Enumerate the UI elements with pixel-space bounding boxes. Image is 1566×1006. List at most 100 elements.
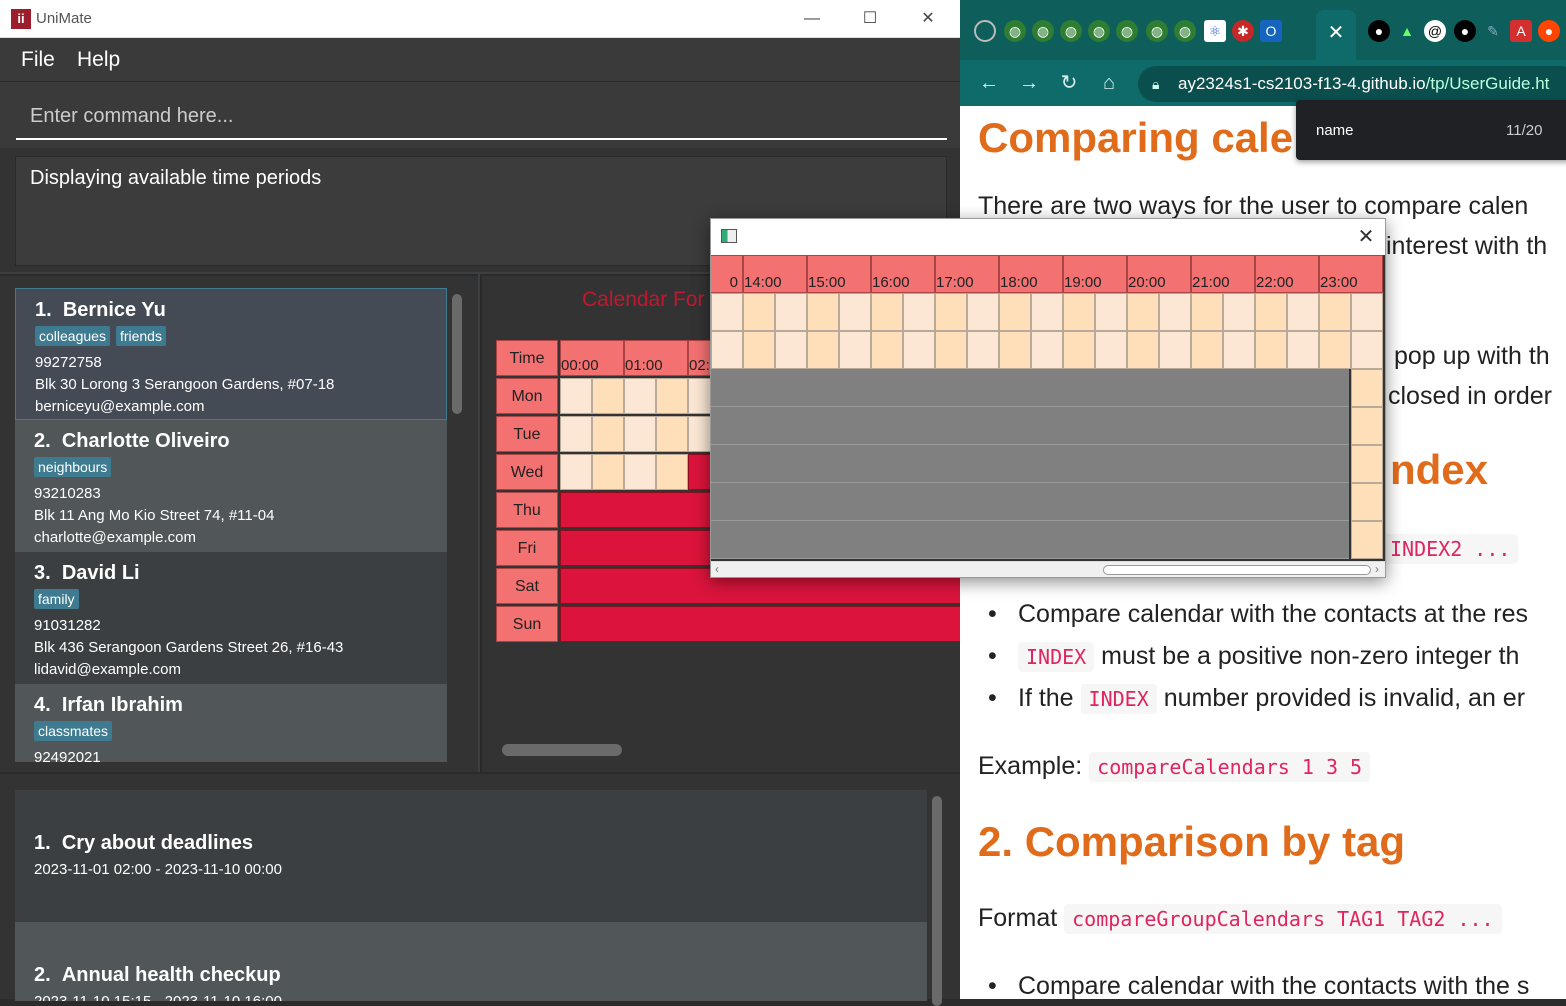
free-slot [871,331,903,369]
free-slot [1351,369,1383,407]
bullet-item: Compare calendar with the contacts at th… [988,600,1528,629]
time-column-header: 01:00 [624,340,688,376]
event-name: 1. Cry about deadlines [34,832,253,854]
person-card[interactable]: 2. Charlotte Oliveiro neighbours 9321028… [15,420,447,552]
command-input[interactable] [16,94,947,140]
edit-tab-icon[interactable]: ✎ [1482,20,1504,42]
bullet-item: INDEX must be a positive non-zero intege… [988,642,1519,672]
popup-scrollbar-track[interactable]: ‹ › [711,561,1385,577]
free-slot [1127,331,1159,369]
popup-close-button[interactable]: ✕ [1351,223,1381,251]
time-column-header: 23:00 [1319,255,1383,293]
bullet-item: If the INDEX number provided is invalid,… [988,684,1525,714]
time-column-header: 20:00 [1127,255,1191,293]
minimize-button[interactable]: — [794,6,830,32]
example-line: Example: compareCalendars 1 3 5 [978,752,1371,782]
back-icon[interactable]: ← [974,68,1004,98]
scroll-left-icon[interactable]: ‹ [715,562,719,576]
free-slot [1351,331,1383,369]
globe-tab-icon[interactable]: ◍ [1004,20,1026,42]
popup-scrollbar-thumb[interactable] [1103,565,1371,575]
heading-by-tag: 2. Comparison by tag [978,818,1406,865]
person-name: 4. Irfan Ibrahim [34,694,183,716]
close-button[interactable]: ✕ [910,6,946,32]
person-list-panel: 1. Bernice Yu colleagues friends 99272758… [0,274,478,772]
menu-bar: File Help [0,38,960,82]
person-list-scrollbar[interactable] [452,294,462,414]
person-card[interactable]: 3. David Li family 91031282 Blk 436 Sera… [15,552,447,684]
event-time: 2023-11-01 02:00 - 2023-11-10 00:00 [34,861,282,878]
globe-tab-icon[interactable]: ◍ [1032,20,1054,42]
globe-tab-icon[interactable]: ◍ [1174,20,1196,42]
time-column-header: 19:00 [1063,255,1127,293]
calendar-popup-window: ✕ 0 14:00 15:00 16:00 17:00 18:00 19:00 20:00 21… [710,218,1386,578]
free-slot [1287,331,1319,369]
title-bar: ii UniMate — ☐ ✕ [0,0,960,38]
free-slot [1031,331,1063,369]
tag-badge: colleagues [35,326,110,346]
free-slot [935,293,967,331]
heading-by-index: ndex [1390,446,1489,493]
free-slot [903,293,935,331]
settings-tab-icon[interactable]: ✱ [1232,20,1254,42]
reddit-tab-icon[interactable]: ● [1538,20,1560,42]
maximize-button[interactable]: ☐ [852,6,888,32]
event-card[interactable]: 1. Cry about deadlines 2023-11-01 02:00 … [15,790,927,922]
person-email: berniceyu@example.com [35,398,205,415]
event-card[interactable]: 2. Annual health checkup 2023-11-10 15:1… [15,922,927,1001]
scroll-right-icon[interactable]: › [1375,562,1379,576]
at-tab-icon[interactable]: @ [1424,20,1446,42]
find-bar[interactable]: name 11/20 [1296,100,1566,160]
free-slot [1063,331,1095,369]
menu-file[interactable]: File [21,48,55,72]
free-slot [656,454,688,490]
outlook-tab-icon[interactable]: O [1260,20,1282,42]
free-slot [999,293,1031,331]
person-email: lidavid@example.com [34,661,181,678]
free-slot [967,331,999,369]
person-card[interactable]: 4. Irfan Ibrahim classmates 92492021 [15,684,447,762]
free-slot [775,331,807,369]
unavailable-row [711,483,1349,521]
format-line: Format compareGroupCalendars TAG1 TAG2 .… [978,904,1502,934]
free-slot [935,331,967,369]
free-slot [1351,483,1383,521]
paragraph-intro: There are two ways for the user to compa… [978,192,1529,220]
forward-icon[interactable]: → [1014,68,1044,98]
event-time: 2023-11-10 15:15 - 2023-11-10 16:00 [34,993,927,1001]
time-column-header: 17:00 [935,255,999,293]
free-slot [743,293,775,331]
loading-tab-icon[interactable] [974,20,996,42]
active-tab-close-icon[interactable]: ✕ [1316,10,1356,60]
home-icon[interactable]: ⌂ [1094,68,1124,98]
pdf-tab-icon[interactable]: A [1510,20,1532,42]
time-column-header: 14:00 [743,255,807,293]
event-list[interactable]: 1. Cry about deadlines 2023-11-01 02:00 … [15,790,927,1001]
globe-tab-icon[interactable]: ◍ [1060,20,1082,42]
event-list-scrollbar[interactable] [932,796,942,1006]
find-query[interactable]: name [1316,122,1354,139]
address-bar[interactable]: 🔒︎ ay2324s1-cs2103-f13-4.github.io/tp/Us… [1138,66,1566,102]
free-slot [1223,293,1255,331]
free-slot [807,331,839,369]
free-slot [560,378,592,414]
reload-icon[interactable]: ↻ [1054,68,1084,98]
person-card[interactable]: 1. Bernice Yu colleagues friends 99272758… [15,288,447,420]
graduation-tab-icon[interactable]: ▲ [1396,20,1418,42]
globe-tab-icon[interactable]: ◍ [1146,20,1168,42]
busy-block [560,606,960,642]
person-list[interactable]: 1. Bernice Yu colleagues friends 99272758… [15,288,447,762]
free-slot [624,416,656,452]
globe-tab-icon[interactable]: ◍ [1116,20,1138,42]
globe-tab-icon[interactable]: ◍ [1088,20,1110,42]
github-tab-icon[interactable]: ● [1368,20,1390,42]
bullet-item: Compare calendar with the contacts with … [988,972,1529,999]
day-row-header: Wed [496,454,558,490]
free-slot [592,416,624,452]
calendar-scrollbar[interactable] [502,744,622,756]
free-slot [1351,445,1383,483]
menu-help[interactable]: Help [77,48,120,72]
free-slot [1351,521,1383,559]
github-tab-icon[interactable]: ● [1454,20,1476,42]
atom-tab-icon[interactable]: ⚛ [1204,20,1226,42]
